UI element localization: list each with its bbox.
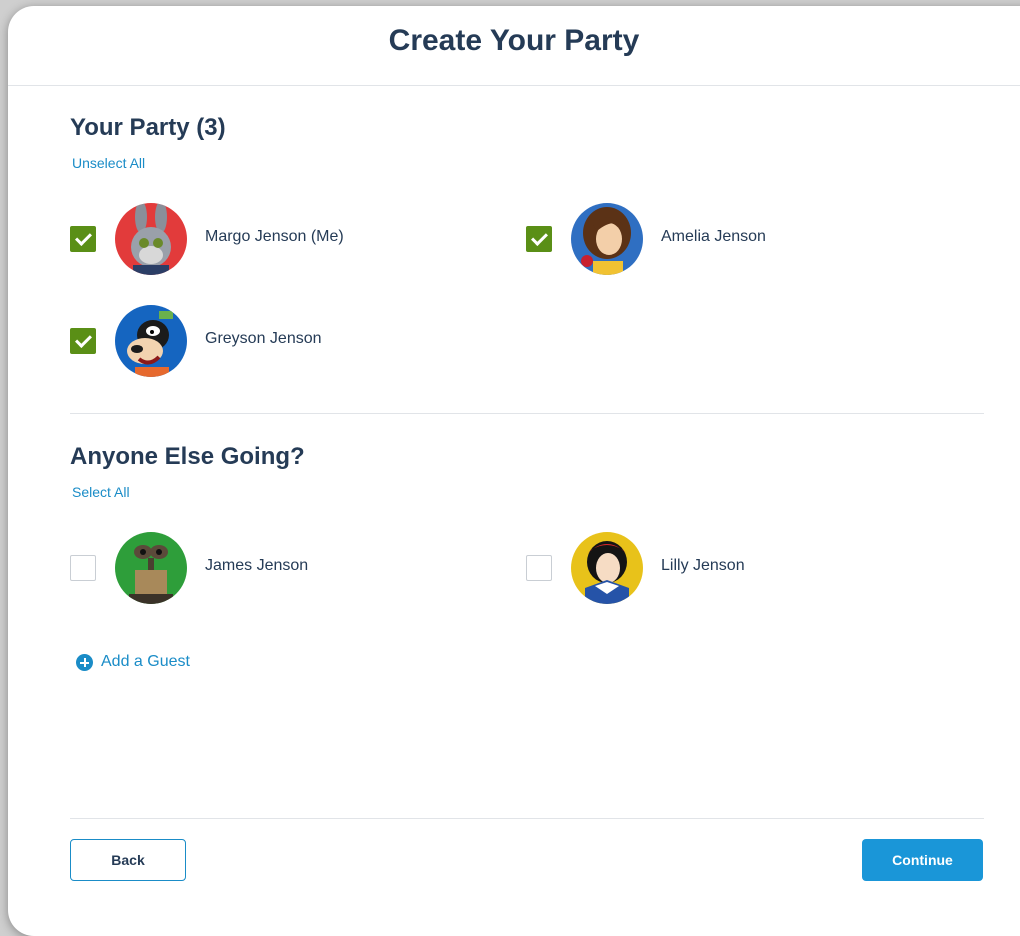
goofy-avatar bbox=[115, 305, 187, 377]
add-guest-label: Add a Guest bbox=[101, 653, 190, 670]
your-party-title: Your Party (3) bbox=[70, 114, 226, 141]
guest-checkbox-checked[interactable] bbox=[526, 226, 552, 252]
guest-name: Greyson Jenson bbox=[205, 330, 322, 347]
page-header: Create Your Party bbox=[8, 6, 1020, 86]
princess-belle-avatar bbox=[571, 203, 643, 275]
anyone-else-title: Anyone Else Going? bbox=[70, 443, 305, 470]
guest-checkbox-checked[interactable] bbox=[70, 328, 96, 354]
guest-margo[interactable]: Margo Jenson (Me) bbox=[70, 203, 470, 275]
plus-circle-icon bbox=[76, 654, 93, 671]
page-title: Create Your Party bbox=[388, 24, 640, 57]
guest-name: Margo Jenson (Me) bbox=[205, 228, 344, 245]
guest-lilly[interactable]: Lilly Jenson bbox=[526, 532, 926, 604]
snow-white-avatar bbox=[571, 532, 643, 604]
guest-checkbox-unchecked[interactable] bbox=[70, 555, 96, 581]
footer-divider bbox=[70, 818, 984, 819]
back-button[interactable]: Back bbox=[70, 839, 186, 881]
select-all-link[interactable]: Select All bbox=[72, 484, 130, 500]
unselect-all-link[interactable]: Unselect All bbox=[72, 155, 145, 171]
rabbit-character-avatar bbox=[115, 203, 187, 275]
guest-greyson[interactable]: Greyson Jenson bbox=[70, 305, 470, 377]
guest-checkbox-unchecked[interactable] bbox=[526, 555, 552, 581]
guest-name: Lilly Jenson bbox=[661, 557, 745, 574]
guest-amelia[interactable]: Amelia Jenson bbox=[526, 203, 926, 275]
continue-button[interactable]: Continue bbox=[862, 839, 983, 881]
guest-checkbox-checked[interactable] bbox=[70, 226, 96, 252]
section-divider bbox=[70, 413, 984, 414]
guest-name: James Jenson bbox=[205, 557, 309, 574]
guest-james[interactable]: James Jenson bbox=[70, 532, 470, 604]
robot-character-avatar bbox=[115, 532, 187, 604]
create-party-card: Create Your Party Your Party (3) Unselec… bbox=[8, 6, 1020, 936]
guest-name: Amelia Jenson bbox=[661, 228, 766, 245]
